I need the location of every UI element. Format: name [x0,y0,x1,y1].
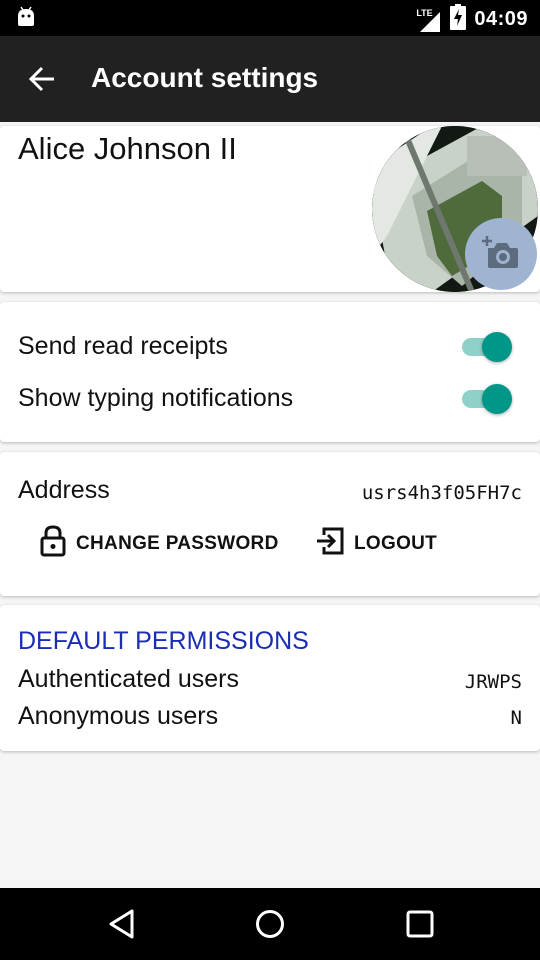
permissions-header: DEFAULT PERMISSIONS [18,627,309,655]
account-card: Address usrs4h3f05FH7c CHANGE PASSWORD L… [0,452,540,596]
back-triangle-icon[interactable] [106,908,138,940]
arrow-back-icon[interactable] [28,64,58,94]
status-bar: LTE 04:09 [0,0,540,36]
home-circle-icon[interactable] [254,908,286,940]
authenticated-users-label: Authenticated users [18,665,239,693]
change-password-label: CHANGE PASSWORD [76,533,279,554]
send-read-receipts-toggle[interactable] [462,331,514,362]
authenticated-users-value: JRWPS [464,671,522,693]
status-time: 04:09 [474,8,528,30]
privacy-settings-card: Send read receipts Show typing notificat… [0,302,540,442]
toggle-thumb [482,384,512,414]
address-label: Address [18,476,110,504]
logout-button[interactable]: LOGOUT [316,527,437,561]
permissions-card: DEFAULT PERMISSIONS Authenticated users … [0,605,540,751]
page-title: Account settings [91,62,319,93]
profile-name: Alice Johnson II [18,131,237,166]
anonymous-users-value: N [510,707,522,729]
battery-charging-icon [450,4,467,35]
change-password-button[interactable]: CHANGE PASSWORD [40,525,279,563]
toggle-thumb [482,332,512,362]
android-icon [16,6,36,33]
system-nav-bar [0,888,540,960]
app-bar: Account settings [0,36,540,122]
signal-icon: LTE [416,8,442,32]
profile-card: Alice Johnson II [0,126,540,292]
send-read-receipts-label: Send read receipts [18,332,228,360]
logout-label: LOGOUT [354,533,438,554]
logout-icon [316,527,344,561]
change-avatar-button[interactable] [465,218,537,290]
lock-icon [40,525,66,563]
show-typing-notifications-toggle[interactable] [462,383,514,414]
address-value: usrs4h3f05FH7c [361,482,522,504]
show-typing-notifications-label: Show typing notifications [18,384,294,412]
anonymous-users-label: Anonymous users [18,702,219,730]
recents-square-icon[interactable] [404,908,436,940]
